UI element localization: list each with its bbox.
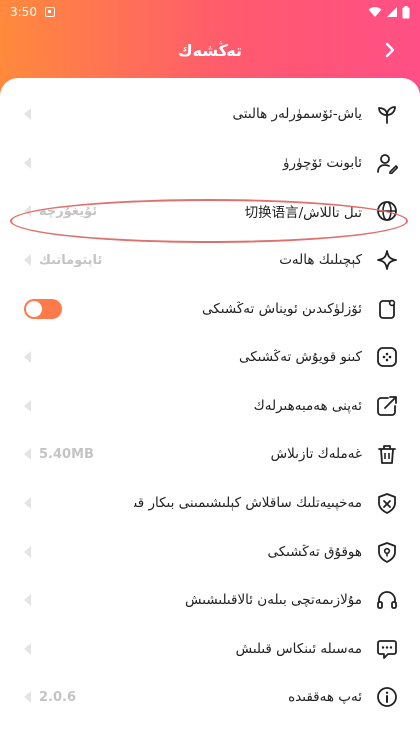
row-label: مەخپىيەتلىك ساقلاش كېلىشىمىنى بىكار قىلى…	[134, 495, 362, 512]
row-trailing: ئۇيغۇرچە	[24, 204, 134, 219]
row-value: 5.40MB	[39, 446, 94, 462]
row-label: كېچىلىك ھالەت	[279, 252, 362, 269]
row-label: ئۆزلۈكىدىن ئويناش تەڭشىكى	[202, 300, 362, 317]
row-trailing	[24, 497, 134, 510]
chevron-left-icon	[24, 108, 31, 121]
row-trailing	[24, 594, 134, 607]
info-icon	[374, 684, 400, 710]
notification-icon	[44, 7, 55, 17]
settings-row[interactable]: 2.0.6 ئەپ ھەققىدە	[0, 673, 420, 722]
row-label: مۇلازىمەتچى بىلەن ئالاقىلىشىش	[185, 592, 362, 609]
chevron-left-icon	[24, 448, 31, 461]
mobile-play-icon	[374, 296, 400, 322]
chevron-left-icon	[24, 497, 31, 510]
chat-icon	[374, 636, 400, 662]
row-trailing	[24, 351, 134, 364]
row-label: ئەپ ھەققىدە	[288, 689, 362, 706]
chevron-left-icon	[24, 351, 31, 364]
gamepad-icon	[374, 344, 400, 370]
row-label: ھوقۇق تەڭشىكى	[267, 543, 362, 560]
settings-row[interactable]: ياش-ئۆسمۈرلەر ھالىتى	[0, 90, 420, 139]
chevron-left-icon	[24, 691, 31, 704]
sparkle-icon	[374, 247, 400, 273]
chevron-left-icon	[24, 254, 31, 267]
settings-row[interactable]: مەخپىيەتلىك ساقلاش كېلىشىمىنى بىكار قىلى…	[0, 479, 420, 528]
headset-icon	[374, 587, 400, 613]
settings-row[interactable]: ئابونت ئۆچۈرۈ	[0, 139, 420, 188]
shield-x-icon	[374, 490, 400, 516]
signal-icon	[387, 7, 397, 17]
row-trailing	[24, 545, 134, 558]
row-trailing: 5.40MB	[24, 447, 134, 462]
share-icon	[374, 393, 400, 419]
globe-icon	[374, 198, 400, 224]
chevron-left-icon	[24, 642, 31, 655]
chevron-left-icon	[24, 399, 31, 412]
row-trailing: 2.0.6	[24, 690, 134, 705]
settings-row[interactable]: ئۇيغۇرچە تىل تاللاش/切换语言	[0, 187, 420, 236]
settings-row[interactable]: ئاپتوماتىك كېچىلىك ھالەت	[0, 236, 420, 285]
shield-key-icon	[374, 539, 400, 565]
row-trailing	[24, 108, 134, 121]
row-trailing	[24, 399, 134, 412]
row-value: 2.0.6	[39, 689, 77, 705]
row-trailing	[24, 298, 134, 319]
settings-row[interactable]: ئەپنى ھەمبەھىرلەك	[0, 382, 420, 431]
row-label: مەسىلە ئىنكاس قىلىش	[235, 640, 362, 657]
row-label: كىنو قويۇش تەڭشىكى	[238, 349, 362, 366]
row-value: ئاپتوماتىك	[39, 252, 103, 268]
settings-row[interactable]: كىنو قويۇش تەڭشىكى	[0, 333, 420, 382]
status-bar: 3:50	[0, 0, 420, 24]
chevron-right-icon	[385, 42, 395, 58]
row-trailing: ئاپتوماتىك	[24, 253, 134, 268]
app-header: تەڭشەك	[0, 24, 420, 76]
user-edit-icon	[374, 150, 400, 176]
back-button[interactable]	[376, 36, 404, 64]
settings-row[interactable]: مۇلازىمەتچى بىلەن ئالاقىلىشىش	[0, 576, 420, 625]
settings-row[interactable]: 5.40MB غەملەك تازىلاش	[0, 430, 420, 479]
chevron-left-icon	[24, 594, 31, 607]
status-time: 3:50	[10, 5, 37, 19]
row-trailing	[24, 642, 134, 655]
settings-row[interactable]: ئۆزلۈكىدىن ئويناش تەڭشىكى	[0, 284, 420, 333]
settings-row[interactable]: مەسىلە ئىنكاس قىلىش	[0, 625, 420, 674]
toggle-switch[interactable]	[24, 298, 62, 319]
trash-icon	[374, 441, 400, 467]
chevron-left-icon	[24, 545, 31, 558]
chevron-left-icon	[24, 156, 31, 169]
row-value: ئۇيغۇرچە	[39, 203, 98, 219]
row-label: تىل تاللاش/切换语言	[244, 205, 362, 222]
settings-list: ياش-ئۆسمۈرلەر ھالىتى ئابونت ئۆچۈرۈ ئۇيغۇرچ…	[0, 78, 420, 746]
settings-row[interactable]: ھوقۇق تەڭشىكى	[0, 527, 420, 576]
row-label: ياش-ئۆسمۈرلەر ھالىتى	[232, 106, 362, 123]
toggle-knob	[26, 300, 42, 317]
battery-icon	[402, 5, 410, 18]
sprout-icon	[374, 101, 400, 127]
row-trailing	[24, 156, 134, 169]
page-title: تەڭشەك	[178, 40, 242, 60]
row-label: غەملەك تازىلاش	[270, 446, 362, 463]
row-label: ئابونت ئۆچۈرۈ	[283, 154, 362, 171]
row-label: ئەپنى ھەمبەھىرلەك	[253, 397, 362, 414]
wifi-icon	[368, 7, 382, 17]
chevron-left-icon	[24, 205, 31, 218]
